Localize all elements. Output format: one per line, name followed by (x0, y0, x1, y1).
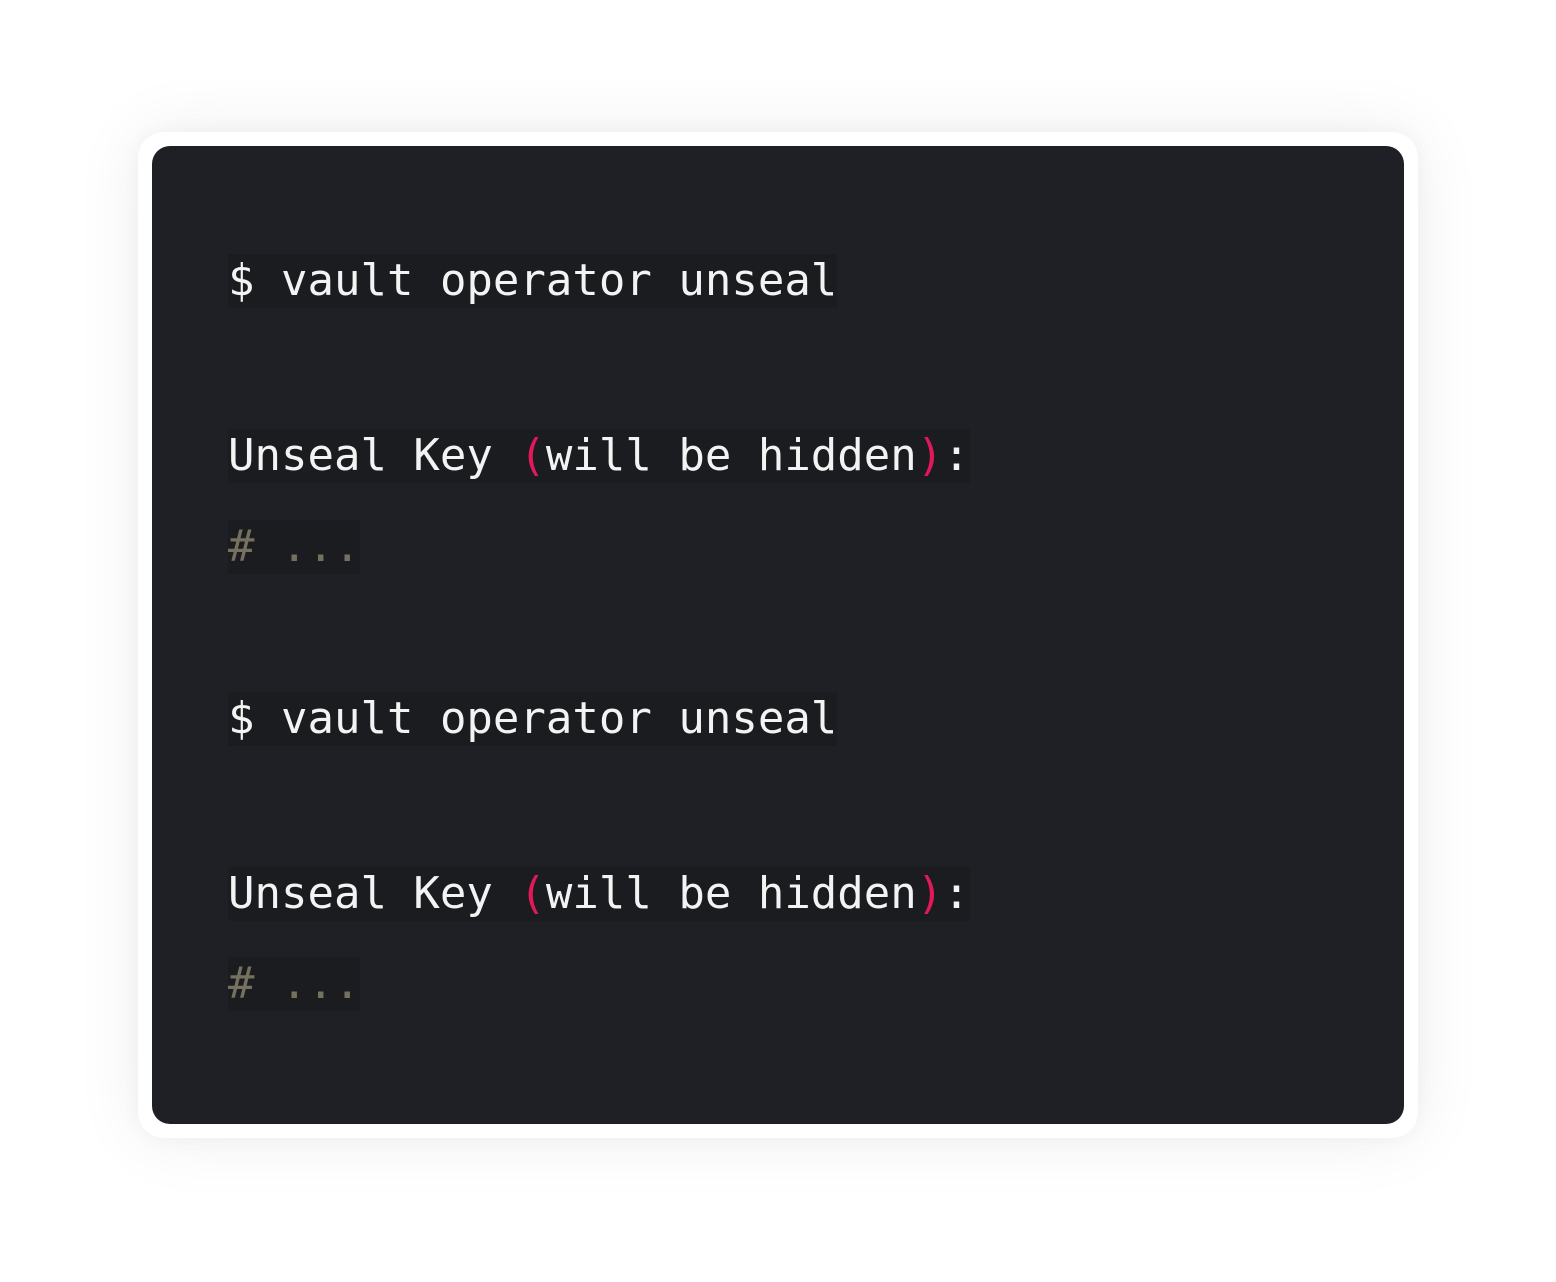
code-line-comment: # ... (228, 520, 361, 574)
close-paren: ) (916, 430, 944, 481)
command-text: vault operator unseal (281, 693, 838, 744)
close-paren: ) (916, 868, 944, 919)
open-paren: ( (519, 430, 546, 481)
code-line-command: $ vault operator unseal (228, 254, 838, 308)
output-label: Unseal Key (228, 430, 493, 481)
prompt-symbol: $ (228, 255, 255, 306)
code-line-command: $ vault operator unseal (228, 692, 838, 746)
code-line-comment: # ... (228, 957, 361, 1011)
prompt-symbol: $ (228, 693, 255, 744)
open-paren: ( (519, 868, 546, 919)
output-inner-text: will be hidden (545, 430, 917, 481)
command-text: vault operator unseal (281, 255, 838, 306)
output-label: Unseal Key (228, 868, 493, 919)
output-inner-text: will be hidden (545, 868, 917, 919)
code-block: $ vault operator unseal Unseal Key (will… (152, 146, 1404, 1124)
code-line-output: Unseal Key (will be hidden): (228, 429, 970, 483)
code-line-output: Unseal Key (will be hidden): (228, 867, 970, 921)
colon: : (943, 430, 970, 481)
colon: : (943, 868, 970, 919)
